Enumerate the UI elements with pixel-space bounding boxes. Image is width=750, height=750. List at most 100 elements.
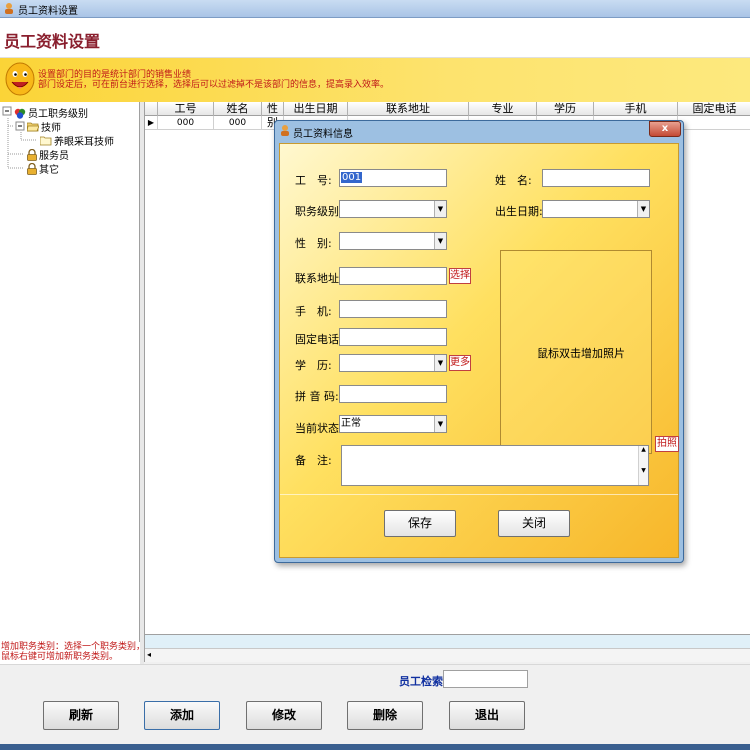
grid-footer	[145, 634, 750, 648]
app-icon	[5, 3, 13, 14]
tree-item-label: 其它	[39, 165, 59, 176]
action-bar: 刷新 添加 修改 删除 退出	[0, 690, 750, 744]
rank-label: 职务级别:	[295, 205, 343, 218]
address-select-button[interactable]: 选择	[449, 268, 471, 284]
refresh-button[interactable]: 刷新	[43, 701, 119, 730]
name-field[interactable]	[542, 169, 650, 187]
rank-select[interactable]: ▼	[339, 200, 447, 218]
column-header[interactable]: 学历	[537, 102, 594, 116]
pinyin-field[interactable]	[339, 385, 447, 403]
tree-item-label: 技师	[41, 123, 61, 134]
column-header[interactable]: 联系地址	[348, 102, 469, 116]
taskbar	[0, 744, 750, 750]
column-header[interactable]: 姓名	[214, 102, 262, 116]
table-cell[interactable]	[678, 116, 750, 130]
emp-no-field[interactable]: 001	[339, 169, 447, 187]
status-value: 正常	[341, 418, 361, 429]
table-cell[interactable]: 000	[214, 116, 262, 130]
left-hint: 增加职务类别：选择一个职务类别， 鼠标右键可增加新职务类别。	[0, 642, 146, 664]
emp-no-value: 001	[341, 172, 363, 183]
tree-item-technician[interactable]: 技师	[27, 119, 61, 134]
remark-field[interactable]: ▲ ▼	[341, 445, 649, 486]
pinyin-label: 拼 音 码:	[295, 390, 339, 403]
tree-item-ear-technician[interactable]: 养眼采耳技师	[40, 133, 114, 148]
close-button[interactable]: 关闭	[498, 510, 570, 537]
tree-item-label: 养眼采耳技师	[54, 137, 114, 148]
education-more-button[interactable]: 更多	[449, 355, 471, 371]
scroll-left-icon[interactable]: ◂	[147, 650, 151, 659]
dialog-app-icon	[281, 125, 289, 136]
chevron-down-icon[interactable]: ▼	[637, 201, 649, 217]
tree-item-waiter[interactable]: 服务员	[27, 147, 69, 162]
column-header[interactable]: 固定电话	[678, 102, 750, 116]
phone-field[interactable]	[339, 328, 447, 346]
photo-hint: 鼠标双击增加照片	[537, 347, 625, 360]
chevron-down-icon[interactable]: ▼	[434, 416, 446, 432]
save-button[interactable]: 保存	[384, 510, 456, 537]
horizontal-scrollbar[interactable]: ◂	[145, 648, 750, 662]
delete-button[interactable]: 删除	[347, 701, 423, 730]
window-title: 员工资料设置	[18, 6, 78, 17]
tree-root[interactable]: 员工职务级别	[14, 105, 88, 120]
mobile-label: 手 机:	[295, 305, 332, 318]
hint-bar: 设置部门的目的是统计部门的销售业绩 部门设定后，可在前台进行选择，选择后可以过滤…	[0, 58, 750, 102]
address-field[interactable]	[339, 267, 447, 285]
photo-area[interactable]: 鼠标双击增加照片	[500, 250, 652, 454]
column-header[interactable]: 手机	[594, 102, 678, 116]
dialog-body: 工 号: 001 姓 名: 职务级别: ▼ 出生日期: ▼ 性 别: ▼ 鼠标双…	[279, 143, 679, 558]
chevron-down-icon[interactable]: ▼	[434, 355, 446, 371]
rank-tree[interactable]: 员工职务级别 技师 养眼采耳技师 服务员 其它	[0, 102, 140, 642]
dialog-title: 员工资料信息	[293, 129, 353, 140]
column-header[interactable]: 工号	[158, 102, 214, 116]
chevron-down-icon[interactable]: ▼	[434, 201, 446, 217]
modify-button[interactable]: 修改	[246, 701, 322, 730]
category-icon	[14, 108, 26, 119]
smiley-icon	[5, 62, 35, 96]
tree-item-label: 服务员	[39, 151, 69, 162]
address-label: 联系地址:	[295, 272, 343, 285]
phone-label: 固定电话:	[295, 333, 343, 346]
gender-select[interactable]: ▼	[339, 232, 447, 250]
birth-label: 出生日期:	[495, 205, 543, 218]
status-select[interactable]: 正常 ▼	[339, 415, 447, 433]
dialog-titlebar[interactable]: 员工资料信息	[275, 121, 683, 141]
remark-label: 备 注:	[295, 454, 332, 467]
status-label: 当前状态:	[295, 422, 343, 435]
search-label: 员工检索	[399, 675, 443, 688]
page-header: 员工资料设置	[0, 18, 750, 58]
employee-dialog: 员工资料信息 x 工 号: 001 姓 名: 职务级别: ▼ 出生日期: ▼ 性…	[274, 120, 684, 563]
education-select[interactable]: ▼	[339, 354, 447, 372]
name-label: 姓 名:	[495, 174, 532, 187]
left-hint-line-1: 增加职务类别：选择一个职务类别，	[1, 642, 146, 652]
tree-root-label: 员工职务级别	[28, 109, 88, 120]
tree-item-other[interactable]: 其它	[27, 161, 59, 176]
table-cell[interactable]: 000	[158, 116, 214, 130]
window-titlebar: 员工资料设置	[0, 0, 750, 18]
education-label: 学 历:	[295, 359, 332, 372]
chevron-down-icon[interactable]: ▼	[434, 233, 446, 249]
column-header[interactable]: 出生日期	[284, 102, 348, 116]
page-title: 员工资料设置	[4, 32, 101, 51]
lock-icon	[27, 162, 37, 175]
left-hint-line-2: 鼠标右键可增加新职务类别。	[1, 652, 119, 662]
folder-open-icon	[27, 122, 39, 132]
close-icon[interactable]: x	[649, 121, 681, 137]
search-row: 员工检索	[0, 664, 750, 690]
remark-scrollbar[interactable]: ▲ ▼	[638, 446, 648, 485]
add-button[interactable]: 添加	[144, 701, 220, 730]
dialog-divider	[280, 494, 678, 495]
column-header[interactable]: 专业	[469, 102, 537, 116]
exit-button[interactable]: 退出	[449, 701, 525, 730]
grid-header-indicator	[145, 102, 158, 116]
grid-header: 工号 姓名 性别 出生日期 联系地址 专业 学历 手机 固定电话	[145, 102, 750, 129]
lock-icon	[27, 148, 37, 161]
column-header[interactable]: 性别	[262, 102, 284, 129]
mobile-field[interactable]	[339, 300, 447, 318]
search-input[interactable]	[443, 670, 528, 688]
emp-no-label: 工 号:	[295, 174, 332, 187]
folder-icon	[40, 136, 52, 146]
take-photo-button[interactable]: 拍照	[655, 436, 679, 452]
row-pointer-icon: ▶	[145, 116, 158, 130]
hint-line-2: 部门设定后，可在前台进行选择，选择后可以过滤掉不是该部门的信息，提高录入效率。	[38, 80, 390, 90]
birth-date-picker[interactable]: ▼	[542, 200, 650, 218]
